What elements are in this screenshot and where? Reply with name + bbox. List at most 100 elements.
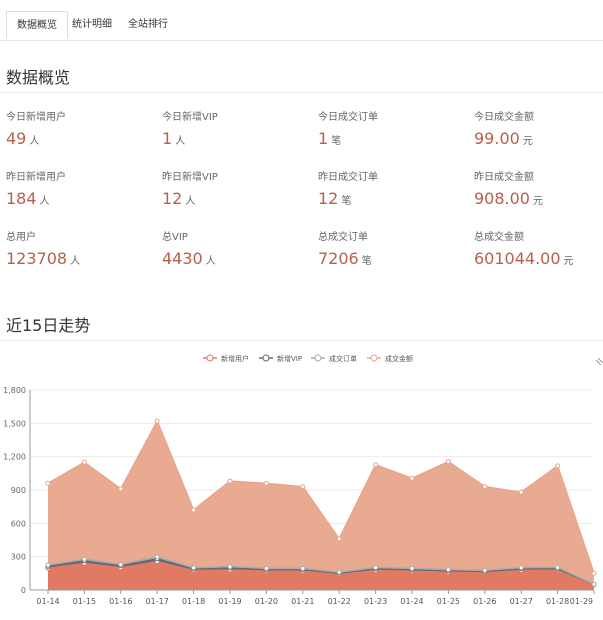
stat-label: 昨日新增用户 [6, 172, 66, 183]
data-point-3-5 [227, 478, 233, 484]
data-point-3-13 [518, 489, 524, 495]
stat-unit: 人 [29, 136, 40, 147]
data-point-2-11 [445, 567, 451, 573]
data-point-2-6 [263, 565, 269, 571]
legend-label: 新增VIP [277, 354, 302, 363]
legend-marker-icon [206, 354, 214, 362]
stat-value: 601044.00 [474, 249, 561, 268]
data-point-2-14 [555, 564, 561, 570]
stat-card: 昨日新增用户 184 人 [6, 168, 66, 208]
stat-label: 今日新增用户 [6, 112, 66, 123]
stat-card: 总成交金额 601044.00 元 [474, 228, 574, 268]
stat-value: 12 [318, 189, 339, 208]
stat-unit: 笔 [331, 136, 342, 147]
stat-value: 1 [318, 129, 329, 148]
legend-item[interactable]: 新增VIP [259, 354, 302, 363]
x-tick-label: 01-17 [146, 597, 169, 606]
stat-value: 123708 [6, 249, 68, 268]
tab-site-ranking[interactable]: 全站排行 [118, 11, 178, 39]
stat-value: 1 [162, 129, 173, 148]
stat-value: 4430 [162, 249, 203, 268]
y-tick-label: 600 [11, 519, 26, 528]
x-tick-label: 01-29 [570, 597, 593, 606]
stat-value-row: 49 人 [6, 129, 66, 148]
legend-label: 成交金额 [385, 354, 413, 363]
data-point-2-12 [482, 567, 488, 573]
data-point-3-7 [300, 484, 306, 490]
stat-unit: 人 [39, 196, 50, 207]
stat-value-row: 12 笔 [318, 189, 378, 208]
data-point-3-9 [373, 462, 379, 468]
stat-card: 昨日新增VIP 12 人 [162, 168, 218, 208]
stat-unit: 元 [532, 196, 543, 207]
tab-bar: 数据概览 统计明细 全站排行 [0, 0, 603, 41]
y-tick-label: 900 [11, 486, 26, 495]
stat-card: 昨日成交金额 908.00 元 [474, 168, 543, 208]
y-tick-label: 0 [21, 586, 26, 595]
data-point-2-13 [518, 565, 524, 571]
stat-unit: 人 [70, 256, 81, 267]
data-point-2-5 [227, 564, 233, 570]
legend-item[interactable]: 新增用户 [203, 354, 249, 363]
stat-label: 昨日成交订单 [318, 172, 378, 183]
data-point-3-1 [81, 459, 87, 465]
toolbox-icon[interactable] [595, 357, 603, 366]
stat-value-row: 1笔 [318, 129, 378, 148]
stat-value-row: 123708 人 [6, 249, 80, 268]
y-tick-label: 300 [11, 553, 26, 562]
data-point-2-8 [336, 569, 342, 575]
x-tick-label: 01-24 [400, 597, 423, 606]
data-point-3-0 [45, 480, 51, 486]
data-point-3-6 [263, 480, 269, 486]
x-tick-label: 01-14 [36, 597, 59, 606]
stat-label: 总成交订单 [318, 232, 368, 243]
stat-label: 总成交金额 [474, 232, 524, 243]
series-area-3 [48, 421, 594, 585]
overview-title: 数据概览 [6, 68, 71, 87]
stat-value-row: 99.00 元 [474, 129, 534, 148]
stat-card: 今日新增VIP 1 人 [162, 108, 218, 148]
divider [0, 92, 603, 93]
legend-label: 成交订单 [329, 354, 357, 363]
trend-chart: 0 300 600 900 1,200 1,500 1,800 01-14 01-15 01-16… [0, 342, 603, 616]
stat-value-row: 1人 [162, 129, 218, 148]
stat-value-row: 601044.00 元 [474, 249, 574, 268]
stat-unit: 人 [205, 256, 216, 267]
stat-unit: 笔 [361, 256, 372, 267]
data-point-3-4 [191, 507, 197, 513]
data-point-2-0 [45, 562, 51, 568]
tab-overview[interactable]: 数据概览 [6, 11, 68, 39]
stat-card: 总VIP 4430 人 [162, 228, 216, 268]
stat-card: 今日成交金额 99.00 元 [474, 108, 534, 148]
legend-item[interactable]: 成交金额 [367, 354, 413, 363]
legend-label: 新增用户 [221, 354, 249, 363]
stat-label: 总用户 [6, 232, 36, 243]
stat-value-row: 908.00 元 [474, 189, 543, 208]
data-point-3-8 [336, 536, 342, 542]
stat-card: 昨日成交订单 12 笔 [318, 168, 378, 208]
stat-value-row: 4430 人 [162, 249, 216, 268]
data-point-3-12 [482, 484, 488, 490]
x-tick-label: 01-15 [73, 597, 96, 606]
x-tick-label: 01-26 [473, 597, 496, 606]
stat-label: 今日成交订单 [318, 112, 378, 123]
stat-label: 今日成交金额 [474, 112, 534, 123]
stat-card: 总用户 123708 人 [6, 228, 80, 268]
x-tick-label: 01-25 [437, 597, 460, 606]
stat-label: 昨日新增VIP [162, 172, 218, 183]
stat-card: 今日成交订单 1 笔 [318, 108, 378, 148]
tab-statistics-detail[interactable]: 统计明细 [62, 11, 122, 39]
data-point-3-15 [591, 570, 597, 576]
data-point-3-11 [445, 459, 451, 465]
stat-label: 今日新增VIP [162, 112, 218, 123]
data-point-2-2 [118, 561, 124, 567]
stat-unit: 元 [522, 136, 533, 147]
trend-title: 近15日走势 [6, 316, 91, 335]
legend-item[interactable]: 成交订单 [311, 354, 357, 363]
legend-marker-icon [314, 354, 322, 362]
stat-value: 99.00 [474, 129, 520, 148]
data-point-2-10 [409, 565, 415, 571]
stat-value: 184 [6, 189, 37, 208]
x-tick-label: 01-19 [218, 597, 241, 606]
stat-value-row: 12 人 [162, 189, 218, 208]
